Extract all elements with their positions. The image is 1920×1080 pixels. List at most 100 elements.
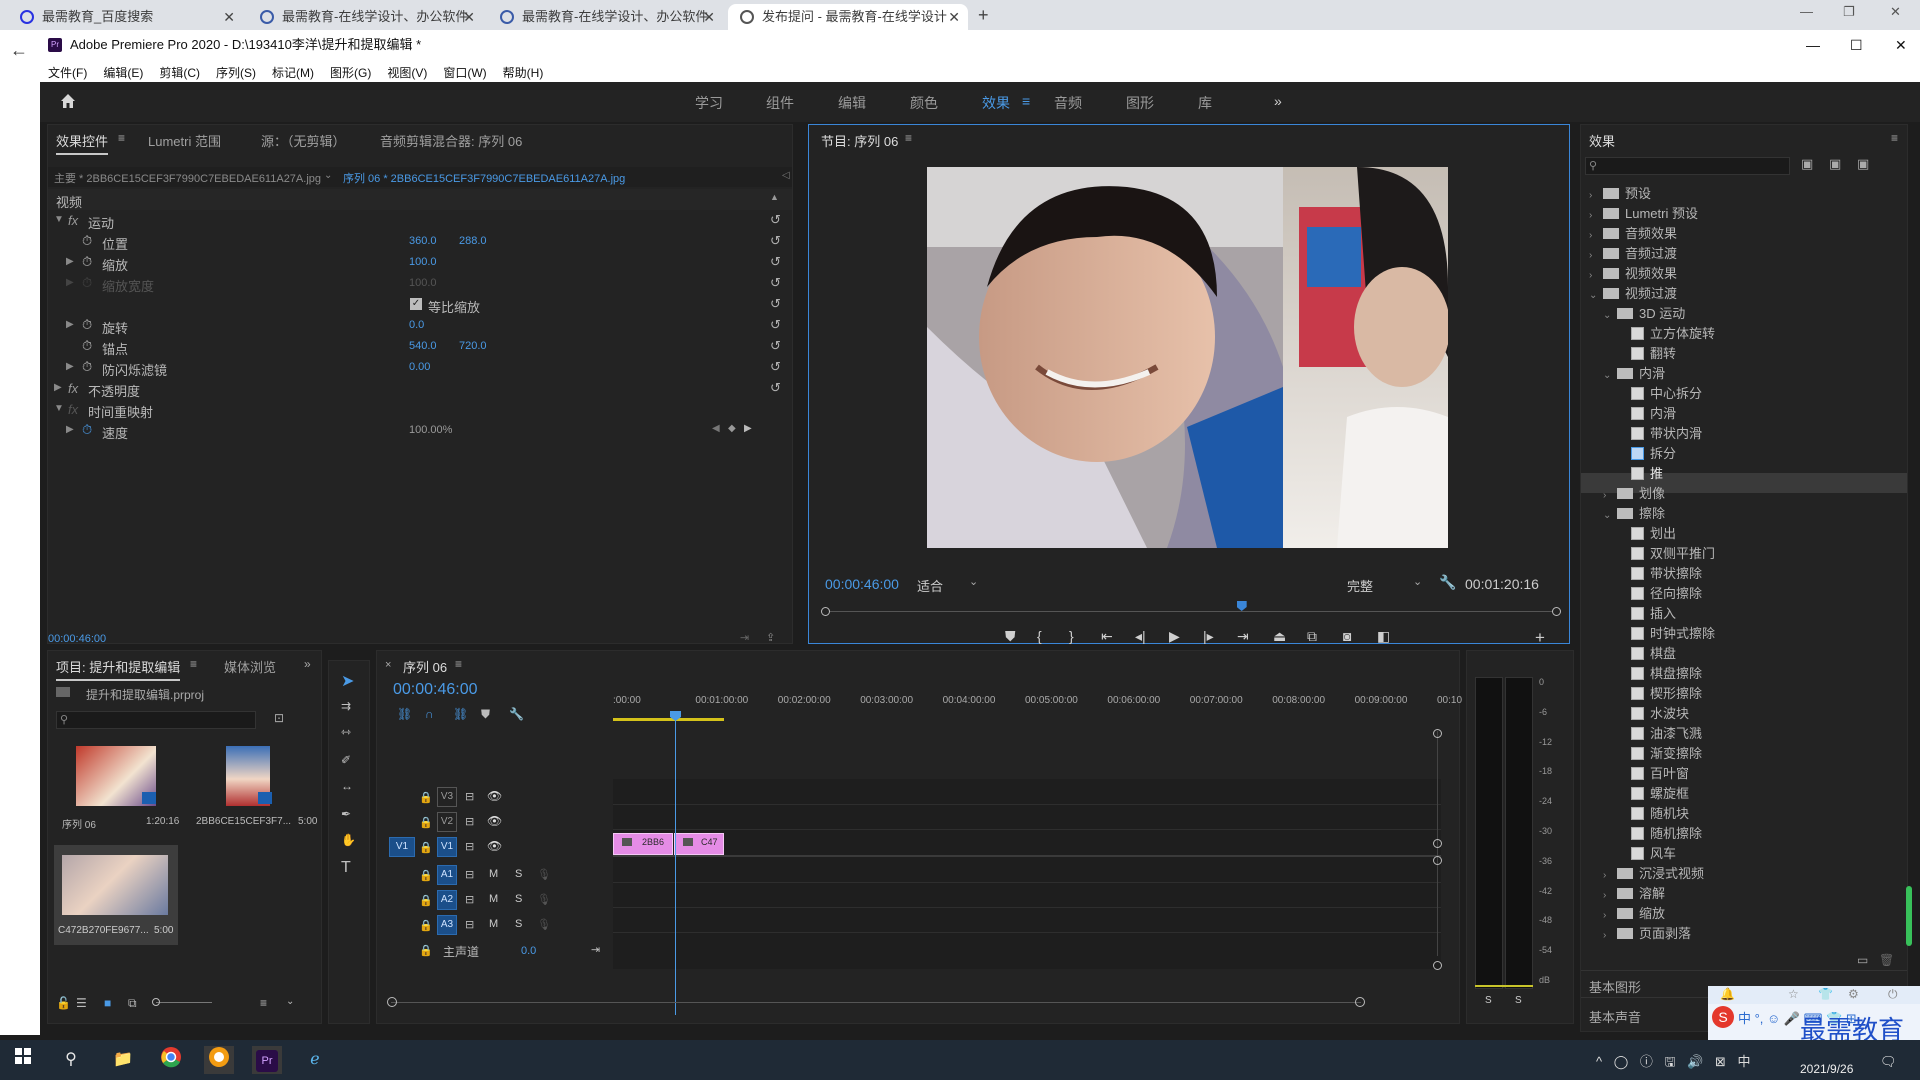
effects-folder[interactable]: ⌄ 3D 运动 <box>1603 303 1685 323</box>
timeline-title[interactable]: 序列 06 <box>403 657 447 676</box>
selection-tool-icon[interactable]: ➤ <box>341 671 354 691</box>
add-keyframe-icon[interactable]: ◆ <box>728 423 736 434</box>
effect-item[interactable]: 渐变擦除 <box>1617 743 1702 763</box>
track-label-a2[interactable]: A2 <box>437 890 457 910</box>
track-select-icon[interactable]: ⇉ <box>341 699 351 713</box>
effects-folder[interactable]: ⌄ 擦除 <box>1603 503 1665 523</box>
effects-folder[interactable]: › 溶解 <box>1603 883 1665 903</box>
project-item[interactable]: 序列 06 1:20:16 <box>54 746 179 836</box>
effects-folder[interactable]: › 沉浸式视频 <box>1603 863 1704 883</box>
effects-search-input[interactable]: ⚲ <box>1585 157 1790 175</box>
scroll-handle[interactable] <box>1433 729 1442 738</box>
yuv-effects-icon[interactable]: ▣ <box>1857 156 1869 172</box>
32bit-effects-icon[interactable]: ▣ <box>1829 156 1841 172</box>
go-to-in-icon[interactable]: ⇤ <box>1101 628 1113 645</box>
hand-icon[interactable]: ✋ <box>341 833 356 847</box>
filter-icon[interactable]: ⇥ <box>740 631 749 644</box>
scroll-indicator[interactable] <box>1906 886 1912 946</box>
stopwatch-icon[interactable]: ⏱ <box>82 338 92 354</box>
lock-icon[interactable]: 🔒 <box>419 894 433 907</box>
new-bin-icon[interactable]: ▭ <box>1857 953 1868 967</box>
new-bin-icon[interactable]: ⊡ <box>274 711 284 725</box>
freeform-view-icon[interactable]: ⧉ <box>128 996 137 1011</box>
program-timecode[interactable]: 00:00:46:00 <box>825 576 899 592</box>
lift-icon[interactable]: ⏏ <box>1273 628 1286 645</box>
scrub-start-handle[interactable] <box>821 607 830 616</box>
chevron-down-icon[interactable]: ⌄ <box>1603 310 1617 321</box>
menu-clip[interactable]: 剪辑(C) <box>151 60 208 81</box>
project-item-selected[interactable]: C472B270FE9677... 5:00 <box>54 845 178 945</box>
workspace-editing[interactable]: 编辑 <box>838 93 866 113</box>
effect-item[interactable]: 随机擦除 <box>1617 823 1702 843</box>
scroll-handle[interactable] <box>1433 839 1442 848</box>
step-forward-icon[interactable]: |▸ <box>1203 628 1214 645</box>
reset-icon[interactable]: ↺ <box>770 275 781 291</box>
effects-folder[interactable]: › 预设 <box>1589 183 1651 203</box>
effects-folder[interactable]: › 页面剥落 <box>1603 923 1691 943</box>
zoom-handle-left[interactable] <box>387 997 397 1007</box>
reset-icon[interactable]: ↺ <box>770 380 781 396</box>
expand-icon[interactable]: ▶ <box>66 256 74 267</box>
add-button[interactable]: + <box>1535 628 1545 648</box>
effect-item[interactable]: 拆分 <box>1617 443 1676 463</box>
scale-value[interactable]: 100.0 <box>409 256 437 268</box>
effects-folder[interactable]: › 音频过渡 <box>1589 243 1677 263</box>
skin-icon[interactable]: 👕 <box>1818 987 1833 1001</box>
settings-icon[interactable]: ⚙ <box>1848 987 1859 1001</box>
panel-menu-icon[interactable]: ≡ <box>455 657 462 671</box>
effect-item[interactable]: 中心拆分 <box>1617 383 1702 403</box>
tab-media-browser[interactable]: 媒体浏览 <box>224 657 276 676</box>
microphone-icon[interactable]: 🎙 <box>537 868 551 881</box>
anchor-x-value[interactable]: 540.0 <box>409 340 437 352</box>
compare-view-icon[interactable]: ◧ <box>1377 628 1390 645</box>
nest-icon[interactable]: ⛓ <box>397 707 412 721</box>
workspace-libraries[interactable]: 库 <box>1198 93 1212 113</box>
expand-icon[interactable]: ▶ <box>66 319 74 330</box>
effect-item[interactable]: 推 <box>1617 463 1663 483</box>
list-view-icon[interactable]: ☰ <box>76 996 87 1010</box>
snap-icon[interactable]: ∩ <box>425 707 434 721</box>
tab-audio-clip-mixer[interactable]: 音频剪辑混合器: 序列 06 <box>380 131 522 150</box>
add-marker-icon[interactable]: ⛊ <box>1005 628 1016 645</box>
lock-icon[interactable]: 🔒 <box>419 816 433 829</box>
effects-folder[interactable]: › 视频效果 <box>1589 263 1677 283</box>
chevron-right-icon[interactable]: › <box>1603 930 1617 941</box>
scroll-handle[interactable] <box>1433 856 1442 865</box>
stopwatch-icon[interactable]: ⏱ <box>82 422 92 438</box>
program-monitor-title[interactable]: 节目: 序列 06 <box>821 131 898 150</box>
wrench-icon[interactable]: 🔧 <box>1439 574 1456 591</box>
mute-button[interactable]: M <box>489 868 498 880</box>
track-label-v2[interactable]: V2 <box>437 812 457 832</box>
scroll-up-icon[interactable]: ▲ <box>770 192 779 202</box>
close-button[interactable]: ✕ <box>1895 30 1907 60</box>
effect-item[interactable]: 翻转 <box>1617 343 1676 363</box>
sync-lock-icon[interactable]: ⊟ <box>465 815 474 828</box>
chevron-right-icon[interactable]: › <box>1603 870 1617 881</box>
reset-icon[interactable]: ↺ <box>770 254 781 270</box>
rotation-value[interactable]: 0.0 <box>409 319 424 331</box>
browser-minimize-button[interactable]: — <box>1800 4 1813 19</box>
anchor-y-value[interactable]: 720.0 <box>459 340 487 352</box>
lock-icon[interactable]: 🔒 <box>419 919 433 932</box>
close-icon[interactable]: ✕ <box>463 4 475 30</box>
antiflicker-value[interactable]: 0.00 <box>409 361 430 373</box>
track-area[interactable]: 2BB6 C47 <box>613 779 1441 969</box>
lock-icon[interactable]: 🔓 <box>56 996 71 1010</box>
solo-button[interactable]: S <box>515 868 522 880</box>
menu-marker[interactable]: 标记(M) <box>264 60 322 81</box>
scroll-handle[interactable] <box>1433 961 1442 970</box>
delete-icon[interactable]: 🗑 <box>1879 953 1894 967</box>
lock-icon[interactable]: 🔒 <box>419 841 433 854</box>
eye-icon[interactable]: 👁 <box>487 814 502 828</box>
project-item[interactable]: 2BB6CE15CEF3F7... 5:00 <box>188 746 318 836</box>
master-volume-value[interactable]: 0.0 <box>521 945 536 957</box>
reset-icon[interactable]: ↺ <box>770 212 781 228</box>
workspace-effects[interactable]: 效果 <box>982 93 1010 113</box>
linked-selection-icon[interactable]: ⛓ <box>453 707 468 721</box>
chevron-down-icon[interactable]: ⌄ <box>1589 290 1603 301</box>
mute-button[interactable]: M <box>489 918 498 930</box>
effect-item[interactable]: 插入 <box>1617 603 1676 623</box>
sort-icon[interactable]: ≡ <box>260 996 267 1010</box>
timeline-timecode[interactable]: 00:00:46:00 <box>393 681 478 699</box>
mark-in-icon[interactable]: { <box>1037 628 1042 644</box>
